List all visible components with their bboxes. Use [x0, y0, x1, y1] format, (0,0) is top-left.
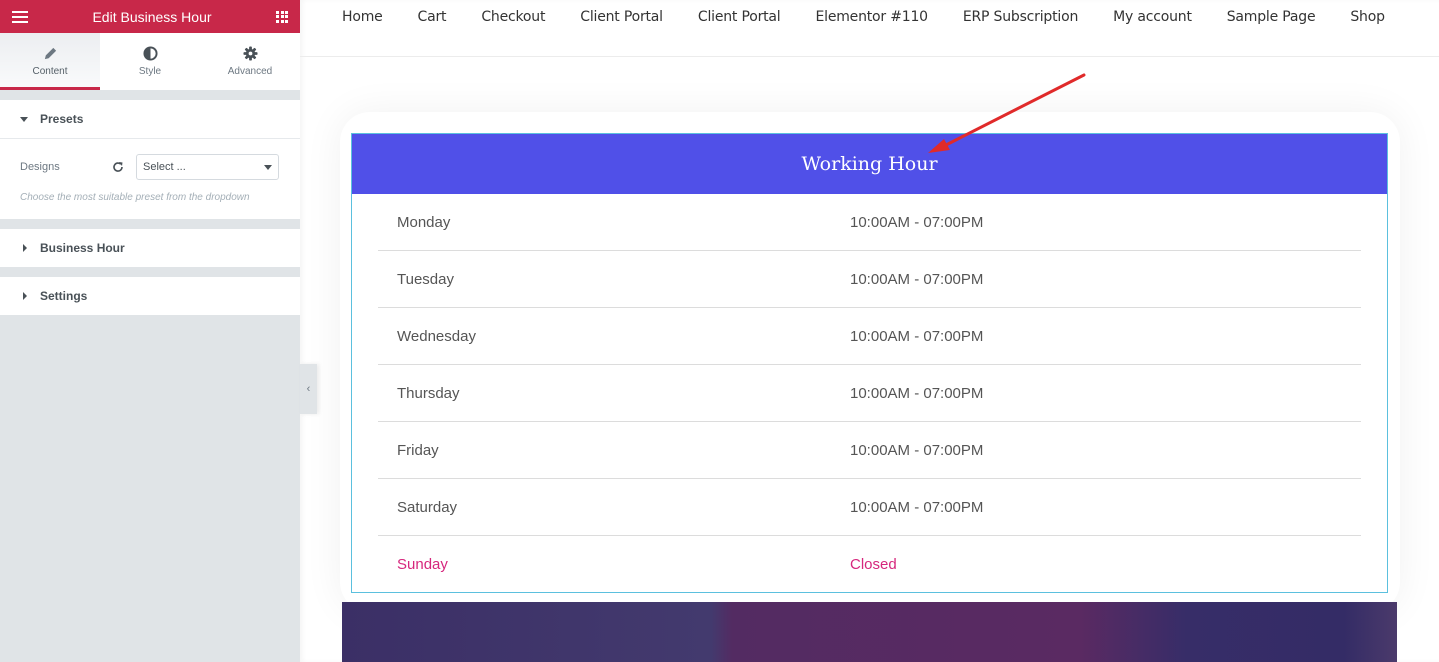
presets-body: Designs Select ... Choose the most suita… [0, 138, 300, 219]
designs-label: Designs [20, 161, 60, 173]
hours-value: 10:00AM - 07:00PM [850, 213, 984, 231]
hour-row-closed: Sunday Closed [378, 536, 1361, 593]
section-business-hour: Business Hour [0, 229, 300, 267]
tab-advanced-label: Advanced [227, 66, 273, 77]
panel-tabs: Content Style Advanced [0, 33, 300, 90]
site-nav: Home Cart Checkout Client Portal Client … [300, 0, 1439, 57]
chevron-left-icon: ‹ [306, 383, 311, 395]
tab-content-label: Content [32, 66, 68, 77]
hour-row: Tuesday 10:00AM - 07:00PM [378, 251, 1361, 308]
section-settings-toggle[interactable]: Settings [0, 277, 300, 315]
panel-title: Edit Business Hour [92, 8, 212, 25]
caret-right-icon [23, 292, 27, 300]
widgets-grid-icon[interactable] [276, 10, 288, 23]
hours-value: Closed [850, 556, 897, 573]
section-settings-label: Settings [40, 289, 88, 303]
nav-link-erp-subscription[interactable]: ERP Subscription [963, 9, 1078, 25]
presets-description: Choose the most suitable preset from the… [20, 192, 250, 203]
day-label: Friday [397, 441, 439, 459]
menu-icon[interactable] [12, 10, 28, 23]
section-business-hour-label: Business Hour [40, 241, 125, 255]
half-circle-icon [142, 46, 158, 61]
hours-value: 10:00AM - 07:00PM [850, 270, 984, 288]
nav-link-client-portal[interactable]: Client Portal [580, 9, 663, 25]
nav-link-client-portal-2[interactable]: Client Portal [698, 9, 781, 25]
widget-header: Working Hour [352, 134, 1387, 194]
caret-down-icon [20, 116, 28, 122]
hours-list: Monday 10:00AM - 07:00PM Tuesday 10:00AM -… [352, 194, 1387, 593]
collapse-panel-button[interactable]: ‹ [300, 364, 317, 414]
hour-row: Saturday 10:00AM - 07:00PM [378, 479, 1361, 536]
day-label: Tuesday [397, 270, 454, 288]
section-presets: Presets Designs Select ... Choose the mo… [0, 100, 300, 219]
hours-value: 10:00AM - 07:00PM [850, 384, 984, 402]
nav-link-home[interactable]: Home [342, 9, 383, 25]
day-label: Saturday [397, 498, 458, 516]
hours-value: 10:00AM - 07:00PM [850, 327, 984, 345]
hour-row: Friday 10:00AM - 07:00PM [378, 422, 1361, 479]
nav-link-elementor-110[interactable]: Elementor #110 [815, 9, 928, 25]
designs-select-value: Select ... [143, 161, 186, 173]
designs-select[interactable]: Select ... [136, 154, 279, 180]
tab-content[interactable]: Content [0, 33, 100, 90]
pencil-icon [44, 47, 56, 60]
caret-right-icon [23, 244, 27, 252]
panel-header: Edit Business Hour [0, 0, 300, 33]
day-label: Sunday [397, 556, 448, 573]
section-settings: Settings [0, 277, 300, 315]
nav-link-cart[interactable]: Cart [418, 9, 447, 25]
hour-row: Wednesday 10:00AM - 07:00PM [378, 308, 1361, 365]
hour-row: Monday 10:00AM - 07:00PM [378, 194, 1361, 251]
hero-image-section [342, 602, 1397, 662]
hours-value: 10:00AM - 07:00PM [850, 441, 984, 459]
hour-row: Thursday 10:00AM - 07:00PM [378, 365, 1361, 422]
nav-link-my-account[interactable]: My account [1113, 9, 1192, 25]
section-business-hour-toggle[interactable]: Business Hour [0, 229, 300, 267]
hours-value: 10:00AM - 07:00PM [850, 498, 984, 516]
section-presets-label: Presets [40, 112, 84, 126]
business-hour-widget[interactable]: Working Hour Monday 10:00AM - 07:00PM Tue… [351, 133, 1388, 593]
editor-panel: Edit Business Hour Content Style Advance… [0, 0, 300, 662]
section-presets-toggle[interactable]: Presets [0, 100, 300, 138]
refresh-icon[interactable] [112, 161, 124, 173]
nav-link-shop[interactable]: Shop [1350, 9, 1385, 25]
tab-advanced[interactable]: Advanced [200, 33, 300, 90]
nav-link-sample-page[interactable]: Sample Page [1227, 9, 1316, 25]
chevron-down-icon [264, 164, 272, 170]
tab-style-label: Style [138, 66, 162, 77]
day-label: Thursday [397, 384, 460, 402]
elementor-editor: Edit Business Hour Content Style Advance… [0, 0, 1439, 662]
preview-canvas: Home Cart Checkout Client Portal Client … [300, 0, 1439, 662]
nav-link-checkout[interactable]: Checkout [481, 9, 545, 25]
tab-style[interactable]: Style [100, 33, 200, 90]
widget-title: Working Hour [801, 153, 938, 175]
gear-icon [242, 46, 258, 61]
day-label: Monday [397, 213, 451, 231]
day-label: Wednesday [397, 327, 476, 345]
